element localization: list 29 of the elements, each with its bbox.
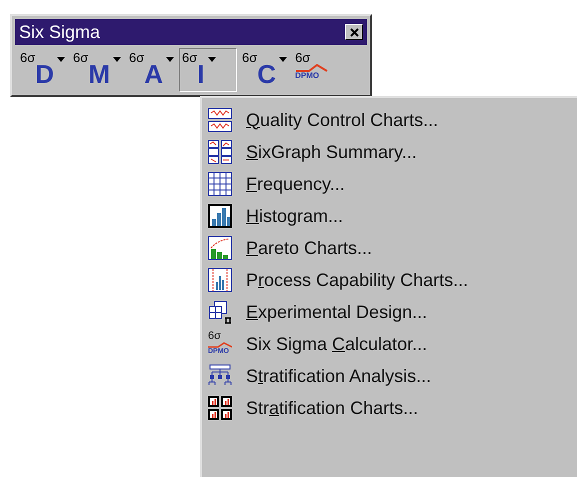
menu-item[interactable]: Experimental Design... xyxy=(202,296,577,328)
menu-item[interactable]: Histogram... xyxy=(202,200,577,232)
menu-item[interactable]: Process Capability Charts... xyxy=(202,264,577,296)
menu-item[interactable]: Pareto Charts... xyxy=(202,232,577,264)
caret-icon xyxy=(112,57,121,62)
control-chart-icon xyxy=(208,108,232,132)
histogram-icon xyxy=(208,204,232,228)
line-chart-icon xyxy=(295,64,330,72)
caret-icon xyxy=(279,57,288,62)
menu-item[interactable]: Stratification Charts... xyxy=(202,392,577,424)
table-grid-icon xyxy=(208,172,232,196)
window-title: Six Sigma xyxy=(19,23,100,41)
capability-chart-icon xyxy=(208,268,232,292)
close-button[interactable] xyxy=(345,24,363,40)
menu-item[interactable]: SixGraph Summary... xyxy=(202,136,577,168)
pareto-chart-icon xyxy=(208,236,232,260)
caret-icon xyxy=(166,57,174,62)
caret-icon xyxy=(208,57,216,62)
hierarchy-tree-icon xyxy=(208,364,232,388)
summary-grid-icon xyxy=(208,140,232,164)
dpmo-button[interactable]: 6σ DPMO xyxy=(292,48,332,92)
line-chart-icon xyxy=(208,342,232,348)
four-charts-icon xyxy=(208,396,232,420)
design-cube-icon xyxy=(208,300,232,324)
close-icon xyxy=(350,28,358,36)
menu-item[interactable]: Quality Control Charts... xyxy=(202,104,577,136)
caret-icon xyxy=(57,57,66,62)
menu-item[interactable]: Frequency... xyxy=(202,168,577,200)
menu-item[interactable]: Stratification Analysis... xyxy=(202,360,577,392)
